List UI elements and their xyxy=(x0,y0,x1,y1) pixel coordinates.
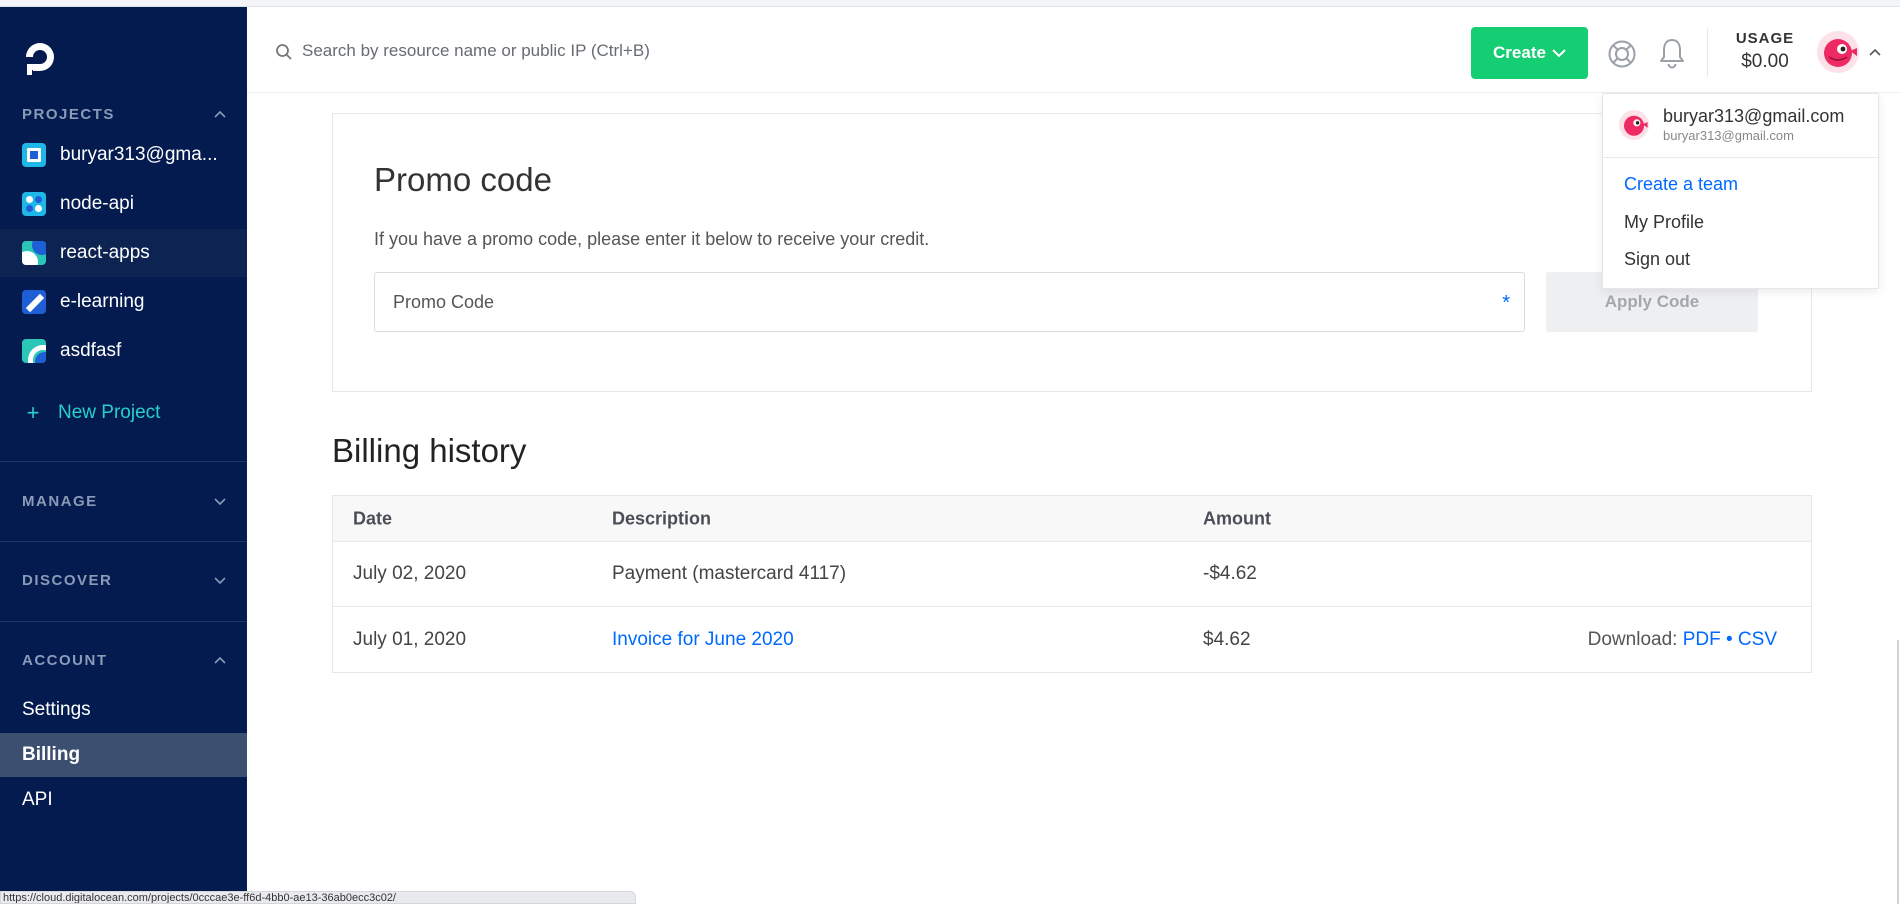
sidebar-project-e-learning[interactable]: e-learning xyxy=(0,278,247,326)
required-indicator: * xyxy=(1502,292,1510,314)
sidebar-divider xyxy=(0,541,247,542)
project-waves-icon xyxy=(22,241,46,265)
sidebar-item-settings[interactable]: Settings xyxy=(0,688,247,732)
projects-section-header[interactable]: PROJECTS xyxy=(22,103,227,125)
project-label: asdfasf xyxy=(60,340,122,361)
billing-history-title: Billing history xyxy=(332,432,527,469)
sidebar-project-buryar313[interactable]: buryar313@gma... xyxy=(0,131,247,179)
download-label: Download: xyxy=(1587,628,1678,650)
manage-section-header[interactable]: MANAGE xyxy=(22,490,227,512)
project-label: e-learning xyxy=(60,291,145,312)
sign-out-link[interactable]: Sign out xyxy=(1624,249,1690,270)
billing-history-table: Date Description Amount July 02, 2020 Pa… xyxy=(332,495,1812,673)
column-header-date: Date xyxy=(353,508,393,528)
new-project-label: New Project xyxy=(58,402,161,423)
user-dropdown-menu: buryar313@gmail.com buryar313@gmail.com … xyxy=(1602,93,1880,289)
row-amount: -$4.62 xyxy=(1203,563,1257,584)
create-button[interactable]: Create xyxy=(1471,27,1588,79)
account-section-header[interactable]: ACCOUNT xyxy=(22,649,227,671)
sidebar-item-billing[interactable]: Billing xyxy=(0,733,247,777)
chevron-up-icon xyxy=(214,110,226,118)
chevron-down-icon xyxy=(1552,49,1566,58)
sidebar: PROJECTS buryar313@gma... node-api react… xyxy=(0,7,247,904)
row-date: July 01, 2020 xyxy=(353,628,467,650)
sidebar-project-asdfasf[interactable]: asdfasf xyxy=(0,327,247,375)
project-pencil-icon xyxy=(22,290,46,314)
digitalocean-logo-icon[interactable] xyxy=(20,37,60,77)
dropdown-separator xyxy=(1603,157,1880,158)
sidebar-item-label: API xyxy=(22,789,53,810)
chevron-up-icon[interactable] xyxy=(1868,45,1882,59)
sidebar-item-api[interactable]: API xyxy=(0,778,247,822)
table-header-row: Date Description Amount xyxy=(333,496,1811,542)
sidebar-divider xyxy=(0,461,247,462)
column-header-amount: Amount xyxy=(1203,508,1271,528)
project-label: react-apps xyxy=(60,242,150,263)
project-arcs-icon xyxy=(22,339,46,363)
project-dots-icon xyxy=(22,192,46,216)
chevron-down-icon xyxy=(214,498,226,506)
row-date: July 02, 2020 xyxy=(353,563,467,584)
sidebar-divider xyxy=(0,621,247,622)
usage-value: $0.00 xyxy=(1741,51,1789,72)
help-lifebuoy-icon[interactable] xyxy=(1607,39,1637,69)
account-section-label: ACCOUNT xyxy=(22,651,108,669)
header-separator xyxy=(1707,29,1708,77)
promo-code-description: If you have a promo code, please enter i… xyxy=(374,229,930,249)
download-csv-link[interactable]: CSV xyxy=(1738,629,1777,650)
usage-label: USAGE xyxy=(1735,30,1795,47)
project-cube-icon xyxy=(22,143,46,167)
apply-code-label: Apply Code xyxy=(1604,292,1700,311)
download-links: Download: PDF • CSV xyxy=(1588,629,1777,651)
user-avatar[interactable] xyxy=(1817,31,1859,73)
plus-icon: + xyxy=(26,400,40,425)
promo-code-panel: Promo code If you have a promo code, ple… xyxy=(332,113,1812,392)
window-top-border xyxy=(0,0,1900,7)
promo-code-field: * xyxy=(374,272,1525,332)
sidebar-project-node-api[interactable]: node-api xyxy=(0,180,247,228)
project-label: buryar313@gma... xyxy=(60,144,218,165)
project-label: node-api xyxy=(60,193,134,214)
dropdown-user-email: buryar313@gmail.com xyxy=(1663,106,1845,126)
page: PROJECTS buryar313@gma... node-api react… xyxy=(0,0,1900,904)
scrollbar-track[interactable] xyxy=(1897,640,1899,904)
download-separator-dot: • xyxy=(1725,628,1733,650)
chevron-down-icon xyxy=(214,577,226,585)
discover-section-header[interactable]: DISCOVER xyxy=(22,569,227,591)
download-pdf-link[interactable]: PDF xyxy=(1683,629,1721,650)
search-input[interactable] xyxy=(302,36,902,66)
chevron-up-icon xyxy=(214,656,226,664)
notification-bell-icon[interactable] xyxy=(1657,37,1687,69)
new-project-link[interactable]: + New Project xyxy=(22,398,161,428)
my-profile-link[interactable]: My Profile xyxy=(1624,212,1704,233)
dropdown-user-subemail: buryar313@gmail.com xyxy=(1663,128,1794,143)
table-row: July 02, 2020 Payment (mastercard 4117) … xyxy=(333,542,1811,607)
manage-section-label: MANAGE xyxy=(22,492,98,510)
top-header: Create USAGE $0.00 xyxy=(247,7,1900,93)
invoice-link[interactable]: Invoice for June 2020 xyxy=(612,629,794,651)
sidebar-item-label: Settings xyxy=(22,699,91,720)
promo-code-title: Promo code xyxy=(374,161,552,198)
sidebar-project-react-apps[interactable]: react-apps xyxy=(0,229,247,277)
promo-code-input[interactable] xyxy=(393,287,1473,317)
column-header-description: Description xyxy=(612,508,712,528)
create-button-label: Create xyxy=(1493,43,1546,62)
browser-status-bar: https://cloud.digitalocean.com/projects/… xyxy=(0,891,636,904)
discover-section-label: DISCOVER xyxy=(22,571,113,589)
projects-section-label: PROJECTS xyxy=(22,105,115,123)
create-team-link[interactable]: Create a team xyxy=(1624,174,1738,195)
table-row: July 01, 2020 Invoice for June 2020 $4.6… xyxy=(333,607,1811,672)
sidebar-item-label: Billing xyxy=(22,744,81,765)
user-avatar xyxy=(1619,110,1649,140)
row-description: Payment (mastercard 4117) xyxy=(612,563,847,584)
row-amount: $4.62 xyxy=(1203,628,1251,650)
search-icon xyxy=(276,44,292,60)
